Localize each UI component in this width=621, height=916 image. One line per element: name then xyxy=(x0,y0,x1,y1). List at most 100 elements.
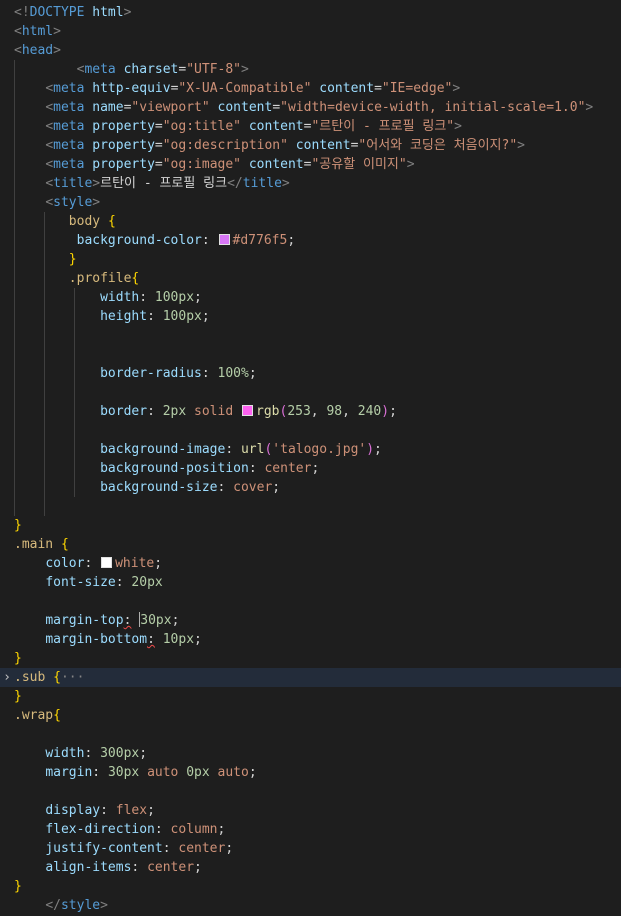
code-line[interactable]: <meta name="viewport" content="width=dev… xyxy=(0,98,621,117)
code-line[interactable]: <title>르탄이 - 프로필 링크</title> xyxy=(0,174,621,193)
tag-name: meta xyxy=(53,100,85,115)
line-content: <head> xyxy=(14,41,61,60)
code-line[interactable]: <!DOCTYPE html> xyxy=(0,3,621,22)
code-line[interactable]: background-size: cover; xyxy=(0,478,621,497)
code-line[interactable]: display: flex; xyxy=(0,801,621,820)
code-text: ; xyxy=(374,442,382,457)
code-text: : xyxy=(201,233,218,248)
code-line[interactable]: height: 100px; xyxy=(0,307,621,326)
code-line[interactable] xyxy=(0,326,621,345)
css-value: column xyxy=(170,822,218,837)
chevron-right-icon[interactable]: › xyxy=(0,668,14,687)
code-text: : xyxy=(217,480,234,495)
code-line[interactable]: background-image: url('talogo.jpg'); xyxy=(0,440,621,459)
css-value: #d776f5 xyxy=(232,233,288,248)
code-line[interactable] xyxy=(0,497,621,516)
code-line[interactable]: .profile{ xyxy=(0,269,621,288)
code-line[interactable]: } xyxy=(0,649,621,668)
code-line[interactable]: border-radius: 100%; xyxy=(0,364,621,383)
code-line[interactable] xyxy=(0,345,621,364)
code-text: : xyxy=(225,442,241,457)
code-line[interactable]: align-items: center; xyxy=(0,858,621,877)
code-line[interactable] xyxy=(0,383,621,402)
attribute-name: property xyxy=(92,119,155,134)
brace: } xyxy=(68,252,77,267)
code-line[interactable]: background-position: center; xyxy=(0,459,621,478)
code-line[interactable]: <meta property="og:description" content=… xyxy=(0,136,621,155)
code-line[interactable]: <meta http-equiv = "X-UA-Compatible" conte… xyxy=(0,79,621,98)
color-swatch[interactable] xyxy=(101,557,113,568)
line-content: width: 300px; xyxy=(14,744,147,763)
css-property: justify-content xyxy=(45,841,163,856)
code-line[interactable]: <html> xyxy=(0,22,621,41)
folded-ellipsis[interactable]: ··· xyxy=(61,670,84,685)
string-literal: "르탄이 - 프로필 링크" xyxy=(311,119,455,134)
code-line[interactable]: <meta charset="UTF-8"> xyxy=(0,60,621,79)
brace: } xyxy=(14,651,22,666)
code-line[interactable]: <head> xyxy=(0,41,621,60)
css-property: height xyxy=(100,309,148,324)
string-literal: "width=device-width, initial-scale=1.0" xyxy=(280,100,586,115)
code-line[interactable]: background-color: #d776f5; xyxy=(0,231,621,250)
code-line[interactable]: margin: 30px auto 0px auto; xyxy=(0,763,621,782)
css-number: 100% xyxy=(217,366,249,381)
tag-name: title xyxy=(53,176,93,191)
css-value: center xyxy=(178,841,226,856)
code-editor[interactable]: <!DOCTYPE html> <html> <head> <meta charse… xyxy=(0,0,621,916)
code-line[interactable] xyxy=(0,421,621,440)
code-line[interactable] xyxy=(0,725,621,744)
color-swatch[interactable] xyxy=(218,234,230,245)
code-line[interactable]: <meta property="og:image" content="공유할 이… xyxy=(0,155,621,174)
code-text: : xyxy=(92,765,108,780)
code-line[interactable] xyxy=(0,592,621,611)
tag-bracket: > xyxy=(53,24,61,39)
code-line[interactable]: font-size: 20px xyxy=(0,573,621,592)
code-line[interactable]: border: 2px solid rgb(253, 98, 240); xyxy=(0,402,621,421)
current-line[interactable]: › .sub {··· xyxy=(0,668,621,687)
code-line[interactable]: width: 100px; xyxy=(0,288,621,307)
code-line[interactable]: } xyxy=(0,250,621,269)
tag-bracket: < xyxy=(14,43,22,58)
code-line[interactable] xyxy=(0,782,621,801)
code-text: : xyxy=(162,841,179,856)
color-swatch[interactable] xyxy=(242,405,253,416)
code-line[interactable]: width: 300px; xyxy=(0,744,621,763)
code-line[interactable]: <style> xyxy=(0,193,621,212)
code-line[interactable]: } xyxy=(0,877,621,896)
code-line[interactable]: } xyxy=(0,687,621,706)
code-line[interactable]: <meta property="og:title" content="르탄이 -… xyxy=(0,117,621,136)
attribute-name: charset xyxy=(123,62,179,77)
code-line[interactable]: flex-direction: column; xyxy=(0,820,621,839)
line-content: } xyxy=(14,877,22,896)
code-text: ; xyxy=(194,290,202,305)
css-property: width xyxy=(45,746,85,761)
code-line[interactable]: </style> xyxy=(0,896,621,915)
line-content: } xyxy=(14,649,22,668)
line-content: <title>르탄이 - 프로필 링크</title> xyxy=(14,174,289,193)
tag-bracket: < xyxy=(45,138,54,153)
css-number: 100px xyxy=(162,309,202,324)
code-line[interactable]: } xyxy=(0,516,621,535)
tag-bracket: > xyxy=(53,43,61,58)
code-line[interactable]: margin-top: 30px; xyxy=(0,611,621,630)
code-line[interactable]: margin-bottom: 10px; xyxy=(0,630,621,649)
css-selector: .sub xyxy=(14,670,46,685)
code-line[interactable]: color: white; xyxy=(0,554,621,573)
tag-name: meta xyxy=(53,119,85,134)
code-line[interactable]: justify-content: center; xyxy=(0,839,621,858)
code-line[interactable]: body { xyxy=(0,212,621,231)
css-property: margin xyxy=(45,765,93,780)
tag-name: style xyxy=(53,195,93,210)
code-line[interactable]: .main { xyxy=(0,535,621,554)
code-line[interactable]: .wrap{ xyxy=(0,706,621,725)
